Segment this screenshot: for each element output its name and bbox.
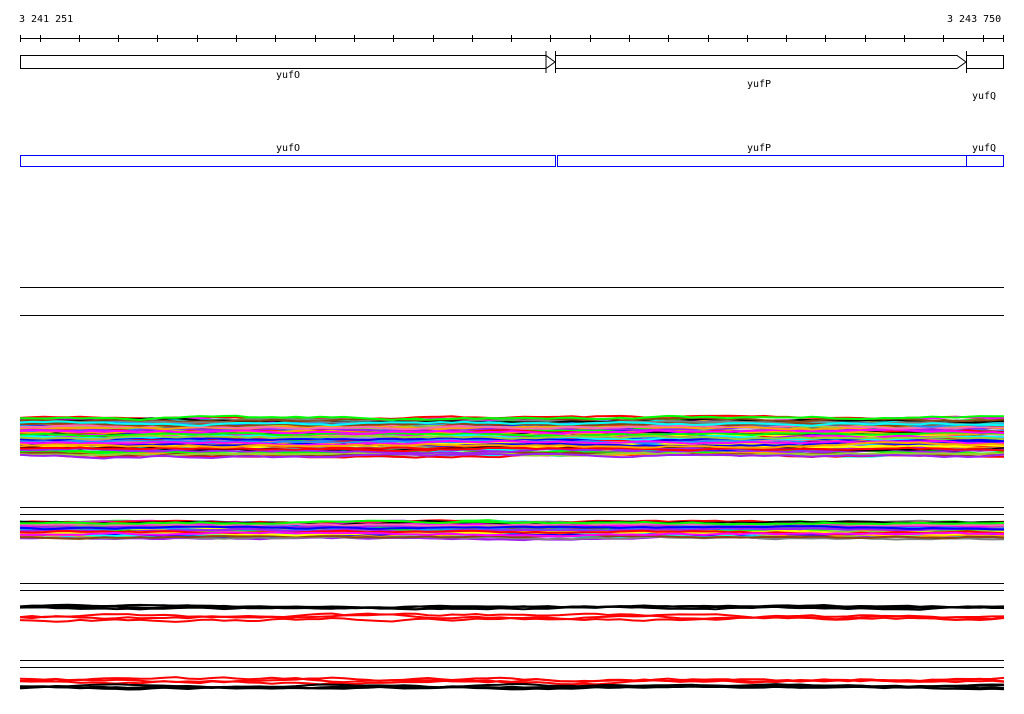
- gene-yufO-arrow[interactable]: [20, 55, 556, 69]
- gene-track: [20, 51, 1004, 73]
- expression-profiles-track-2: [19, 519, 1005, 542]
- gene-label-yufO: yufO: [276, 70, 301, 81]
- annotation-yufP[interactable]: [557, 155, 967, 167]
- expression-profiles-track-3: [19, 603, 1005, 611]
- annotation-yufO[interactable]: [20, 155, 556, 167]
- annotation-label-yufO: yufO: [276, 143, 301, 154]
- annotation-label-yufP: yufP: [747, 143, 772, 154]
- gene-yufP-arrow[interactable]: [555, 55, 967, 69]
- expression-profiles-track-4: [19, 612, 1005, 691]
- gene-yufQ-box[interactable]: [966, 55, 1004, 69]
- annotation-track: [20, 155, 1004, 167]
- gene-label-yufQ: yufQ: [972, 91, 997, 102]
- genome-browser-canvas: [19, 35, 1005, 691]
- gene-label-yufP: yufP: [747, 79, 772, 90]
- annotation-yufQ[interactable]: [966, 155, 1004, 167]
- track-separators: [20, 287, 1004, 668]
- annotation-label-yufQ: yufQ: [972, 143, 997, 154]
- coordinate-ruler: [20, 35, 1004, 42]
- expression-profiles-track-1: [19, 414, 1005, 460]
